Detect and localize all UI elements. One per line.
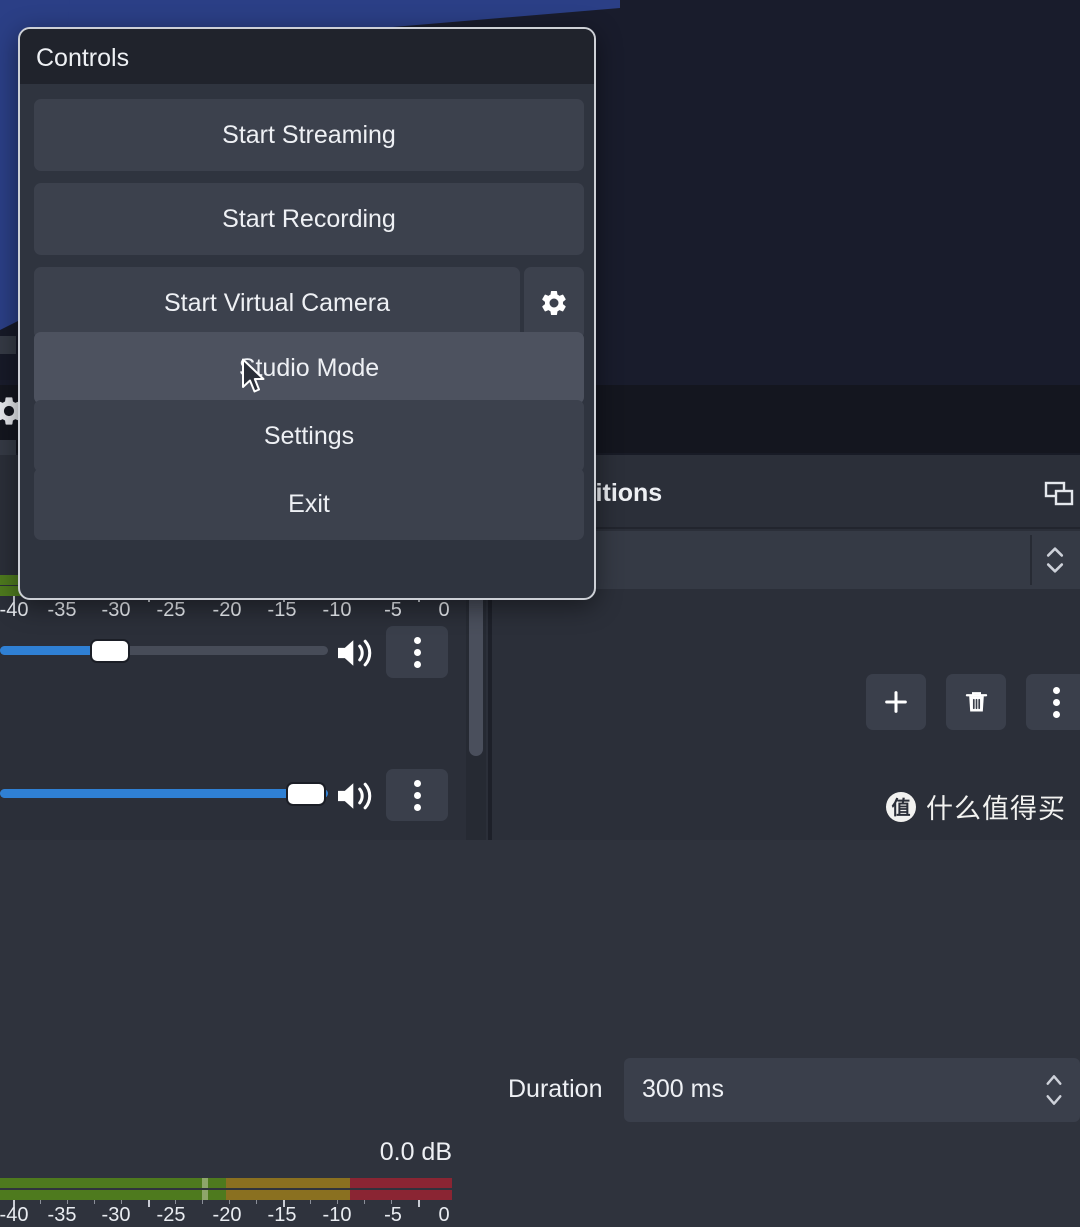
meter-tick-label: -5 <box>384 599 402 621</box>
controls-panel: Controls Start Streaming Start Recording… <box>18 27 596 600</box>
speaker-icon[interactable] <box>334 779 376 813</box>
trash-icon <box>965 692 987 712</box>
volume-slider-handle-channel-1[interactable] <box>90 639 130 663</box>
meter-tick-label: -25 <box>156 1204 186 1226</box>
meter-tick-label: -20 <box>212 599 242 621</box>
controls-panel-titlebar: Controls <box>20 29 594 84</box>
meter-tick-label: 0 <box>438 599 450 621</box>
transition-properties-button[interactable] <box>1026 674 1080 730</box>
meter-tick-label: -15 <box>267 599 297 621</box>
meter-tick-label: -40 <box>0 599 29 621</box>
meter-scale-channel-2: -40 -35 -30 -25 -20 -15 -10 -5 0 <box>0 1200 452 1226</box>
left-dock-row-b <box>0 440 16 456</box>
watermark: 值 什么值得买 <box>886 787 1066 826</box>
up-down-chevron-icon[interactable] <box>1040 1070 1068 1110</box>
mixer-scrollbar-thumb[interactable] <box>469 578 483 756</box>
duration-spinbox[interactable]: 300 ms <box>624 1058 1080 1122</box>
exit-button[interactable]: Exit <box>34 468 584 540</box>
start-streaming-button[interactable]: Start Streaming <box>34 99 584 171</box>
meter-tick-label: -5 <box>384 1204 402 1226</box>
volume-slider-row-channel-1 <box>0 626 452 678</box>
meter-tick-label: -15 <box>267 1204 297 1226</box>
channel-2-menu-button[interactable] <box>386 769 448 821</box>
up-down-chevron-icon[interactable] <box>1040 543 1070 577</box>
select-divider <box>1030 535 1032 585</box>
duration-label: Duration <box>508 1075 603 1103</box>
watermark-logo: 值 <box>886 791 916 822</box>
virtual-camera-config-button[interactable] <box>524 267 584 339</box>
audio-meter-channel-2-peak <box>0 1190 452 1200</box>
add-transition-button[interactable] <box>866 674 926 730</box>
db-readout: 0.0 dB <box>379 1138 452 1166</box>
volume-slider-channel-1[interactable] <box>0 646 328 655</box>
meter-tick-label: 0 <box>438 1204 450 1226</box>
volume-slider-channel-2[interactable] <box>0 789 328 798</box>
meter-tick-label: -10 <box>322 599 352 621</box>
left-dock-row-a <box>0 336 16 354</box>
start-virtual-camera-button[interactable]: Start Virtual Camera <box>34 267 520 339</box>
watermark-text: 什么值得买 <box>926 794 1066 825</box>
meter-tick-label: -35 <box>47 1204 77 1226</box>
meter-tick-label: -35 <box>47 599 77 621</box>
remove-transition-button[interactable] <box>946 674 1006 730</box>
channel-1-menu-button[interactable] <box>386 626 448 678</box>
studio-mode-button[interactable]: Studio Mode <box>34 332 584 404</box>
duration-value: 300 ms <box>642 1075 724 1103</box>
three-dots-icon <box>1052 686 1060 718</box>
meter-tick-label: -10 <box>322 1204 352 1226</box>
meter-tick-label: -40 <box>0 1204 29 1226</box>
volume-slider-row-channel-2 <box>0 769 452 821</box>
gear-icon <box>542 290 566 316</box>
meter-tick-label: -30 <box>101 599 131 621</box>
meter-tick-label: -30 <box>101 1204 131 1226</box>
settings-button[interactable]: Settings <box>34 400 584 472</box>
speaker-icon[interactable] <box>334 636 376 670</box>
audio-meter-channel-2 <box>0 1178 452 1188</box>
start-recording-button[interactable]: Start Recording <box>34 183 584 255</box>
meter-tick-label: -25 <box>156 599 186 621</box>
volume-slider-handle-channel-2[interactable] <box>286 782 326 806</box>
controls-panel-title: Controls <box>36 44 130 72</box>
detach-window-icon[interactable] <box>1044 481 1074 507</box>
plus-icon <box>885 691 907 713</box>
meter-tick-label: -20 <box>212 1204 242 1226</box>
